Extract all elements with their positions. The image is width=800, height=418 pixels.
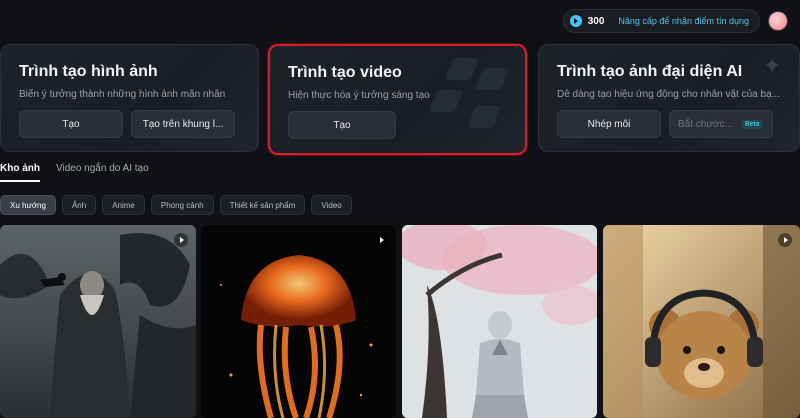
sparkle-icon: ✦ (763, 53, 782, 78)
create-video-button[interactable]: Tạo (288, 111, 396, 139)
card-description: Hiện thực hóa ý tưởng sáng tạo (288, 90, 430, 101)
mimic-label: Bắt chước... (678, 118, 733, 130)
card-title: Trình tạo ảnh đại diện AI (557, 63, 743, 80)
video-play-icon (174, 233, 188, 247)
top-bar: 300 Nâng cấp để nhận điểm tín dụng (562, 8, 794, 34)
video-play-icon (374, 233, 388, 247)
video-generator-card[interactable]: Trình tạo video Hiện thực hóa ý tưởng sá… (268, 44, 527, 155)
beta-badge: Beta (740, 119, 764, 129)
lip-sync-button[interactable]: Nhép môi (557, 110, 661, 138)
robot-image (402, 225, 597, 418)
avatar[interactable] (768, 11, 788, 31)
filter-landscape[interactable]: Phong cảnh (150, 195, 214, 215)
filter-trending[interactable]: Xu hướng (0, 195, 56, 215)
gallery-grid (0, 225, 800, 418)
mimic-button[interactable]: Bắt chước... Beta (669, 110, 773, 138)
tab-ai-short-videos[interactable]: Video ngắn do AI tạo (56, 163, 149, 182)
ai-avatar-card[interactable]: ✦ Trình tạo ảnh đại diện AI Dễ dàng tạo … (538, 44, 800, 152)
card-description: Biến ý tưởng thành những hình ảnh mãn nh… (19, 89, 226, 100)
gallery-item-jellyfish[interactable] (201, 225, 396, 418)
card-title: Trình tạo hình ảnh (19, 63, 158, 80)
gallery-item-teddy-bear[interactable] (603, 225, 800, 418)
image-generator-card[interactable]: Trình tạo hình ảnh Biến ý tưởng thành nh… (0, 44, 259, 152)
gallery-item-wizard[interactable] (0, 225, 196, 418)
video-play-icon (778, 233, 792, 247)
credits-pill[interactable]: 300 Nâng cấp để nhận điểm tín dụng (562, 9, 760, 33)
filter-product-design[interactable]: Thiết kế sản phẩm (219, 195, 306, 215)
wizard-image (0, 225, 196, 418)
create-image-button[interactable]: Tạo (19, 110, 123, 138)
filter-anime[interactable]: Anime (102, 195, 145, 215)
jellyfish-image (201, 225, 396, 418)
tab-gallery[interactable]: Kho ảnh (0, 163, 40, 182)
card-description: Dễ dàng tạo hiệu ứng động cho nhân vật c… (557, 89, 780, 100)
filter-chips: Xu hướng Ảnh Anime Phong cảnh Thiết kế s… (0, 195, 352, 215)
gallery-item-robot[interactable] (402, 225, 597, 418)
teddy-bear-image (603, 225, 800, 418)
upgrade-link[interactable]: Nâng cấp để nhận điểm tín dụng (618, 16, 749, 26)
filter-images[interactable]: Ảnh (61, 195, 97, 215)
credit-count: 300 (587, 15, 605, 27)
filter-video[interactable]: Video (311, 195, 352, 215)
create-on-canvas-button[interactable]: Tạo trên khung l... (131, 110, 235, 138)
gallery-tabs: Kho ảnh Video ngắn do AI tạo (0, 163, 149, 182)
credit-coin-icon (569, 15, 582, 27)
